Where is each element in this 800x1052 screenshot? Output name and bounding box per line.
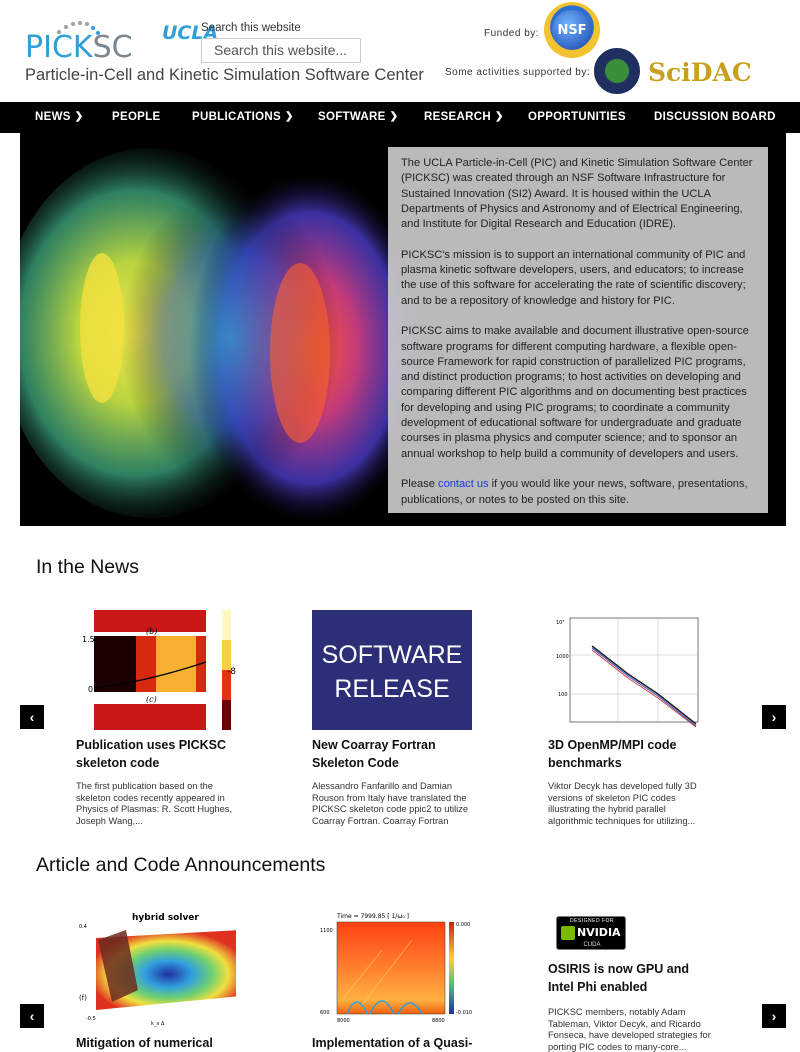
svg-text:-0.010: -0.010 [456, 1010, 472, 1016]
nav-item-people[interactable]: PEOPLE [112, 102, 160, 133]
chevron-down-icon: ❯ [494, 111, 504, 122]
nav-item-publications[interactable]: PUBLICATIONS ❯ [192, 102, 294, 133]
main-nav: NEWS ❯ PEOPLE PUBLICATIONS ❯ SOFTWARE ❯ RES… [0, 102, 800, 133]
svg-text:hybrid solver: hybrid solver [132, 913, 199, 923]
news-card-excerpt: Viktor Decyk has developed fully 3D vers… [548, 781, 697, 826]
site-header: PICKSC UCLA Particle-in-Cell and Kinetic… [0, 0, 800, 102]
svg-text:10⁴: 10⁴ [556, 620, 564, 626]
nsf-logo-text: NSF [552, 10, 592, 50]
svg-text:-0.5: -0.5 [86, 1016, 96, 1022]
news-next-arrow[interactable]: › [762, 705, 786, 729]
mission-paragraph: PICKSC's mission is to support an intern… [401, 248, 746, 307]
svg-text:(c): (c) [146, 695, 157, 704]
about-panel: The UCLA Particle-in-Cell (PIC) and Kine… [388, 147, 768, 513]
contact-paragraph: Please contact us if you would like your… [401, 478, 748, 506]
software-release-text: SOFTWARE RELEASE [321, 641, 463, 703]
nav-item-opportunities[interactable]: OPPORTUNITIES [528, 102, 626, 133]
announcements-next-arrow[interactable]: › [762, 1004, 786, 1028]
svg-text:1.5: 1.5 [82, 635, 95, 644]
search-input[interactable]: Search this website... [201, 38, 361, 63]
svg-text:100: 100 [558, 692, 568, 698]
svg-text:1000: 1000 [556, 654, 569, 660]
scidac-logo[interactable]: SciDAC [648, 58, 752, 87]
benchmark-plot-image[interactable]: 10⁴ 1000 100 [548, 610, 708, 730]
nav-item-discussion-board[interactable]: DISCUSSION BOARD [654, 102, 776, 133]
svg-text:k_x Δ: k_x Δ [151, 1021, 165, 1027]
contact-us-link[interactable]: contact us [438, 478, 489, 490]
software-release-image[interactable]: SOFTWARE RELEASE [312, 610, 472, 730]
nvidia-cuda-badge[interactable]: DESIGNED FOR NVIDIA CUDA [556, 916, 626, 950]
chevron-down-icon: ❯ [285, 111, 294, 122]
news-section-title: In the News [36, 556, 139, 578]
announcement-card-excerpt: PICKSC members, notably Adam Tableman, V… [548, 1007, 711, 1052]
news-card-excerpt: The first publication based on the skele… [76, 781, 233, 826]
hero-banner: The UCLA Particle-in-Cell (PIC) and Kine… [20, 133, 786, 526]
site-subtitle: Particle-in-Cell and Kinetic Simulation … [25, 66, 424, 84]
logo-wordmark: PICKSC [25, 30, 133, 65]
svg-text:Time = 7999.85 [ 1/ω₀ ]: Time = 7999.85 [ 1/ω₀ ] [336, 913, 409, 920]
announcement-card-title[interactable]: Mitigation of numerical [76, 1034, 246, 1052]
svg-text:1100: 1100 [320, 928, 333, 934]
about-paragraph: The UCLA Particle-in-Cell (PIC) and Kine… [401, 157, 753, 231]
svg-text:8000: 8000 [337, 1018, 350, 1024]
announcement-card-title[interactable]: Implementation of a Quasi-3D [312, 1034, 482, 1052]
svg-text:(f): (f) [79, 994, 87, 1002]
announcements-section-title: Article and Code Announcements [36, 854, 326, 876]
search-label: Search this website [201, 22, 301, 34]
chevron-down-icon: ❯ [389, 111, 399, 122]
svg-text:0: 0 [88, 685, 93, 694]
news-card-title[interactable]: New Coarray Fortran Skeleton Code [312, 736, 482, 772]
svg-text:(b): (b) [146, 627, 157, 636]
svg-text:0.000: 0.000 [456, 922, 470, 928]
news-card-excerpt: Alessandro Fanfarillo and Damian Rouson … [312, 781, 469, 826]
svg-text:8800: 8800 [432, 1018, 445, 1024]
svg-text:0.4: 0.4 [79, 924, 87, 930]
announcement-card-title[interactable]: OSIRIS is now GPU and Intel Phi enabled [548, 960, 718, 996]
nav-item-software[interactable]: SOFTWARE ❯ [318, 102, 398, 133]
picksc-logo[interactable]: PICKSC UCLA [25, 20, 218, 70]
news-card-image[interactable]: -8 (b) (c) 1.5 0 [76, 610, 236, 730]
hybrid-solver-plot-image[interactable]: hybrid solver 0.4 (f) -0.5 k_x Δ [76, 910, 236, 1030]
news-card-title[interactable]: 3D OpenMP/MPI code benchmarks [548, 736, 718, 772]
svg-text:-8: -8 [227, 667, 236, 677]
supported-by-label: Some activities supported by: [445, 67, 591, 78]
announcements-prev-arrow[interactable]: ‹ [20, 1004, 44, 1028]
news-card-title[interactable]: Publication uses PICKSC skeleton code [76, 736, 246, 772]
nav-item-news[interactable]: NEWS ❯ [35, 102, 83, 133]
doe-seal-logo[interactable] [594, 48, 640, 94]
chevron-down-icon: ❯ [74, 111, 84, 122]
quasi-3d-plot-image[interactable]: Time = 7999.85 [ 1/ω₀ ] 0.000 -0.010 110… [312, 910, 472, 1030]
nsf-logo[interactable]: NSF [544, 2, 600, 58]
aims-paragraph: PICKSC aims to make available and docume… [401, 325, 749, 460]
nvidia-eye-icon [561, 926, 575, 940]
svg-text:600: 600 [320, 1010, 330, 1016]
nav-item-research[interactable]: RESEARCH ❯ [424, 102, 504, 133]
news-prev-arrow[interactable]: ‹ [20, 705, 44, 729]
funded-by-label: Funded by: [484, 28, 540, 39]
